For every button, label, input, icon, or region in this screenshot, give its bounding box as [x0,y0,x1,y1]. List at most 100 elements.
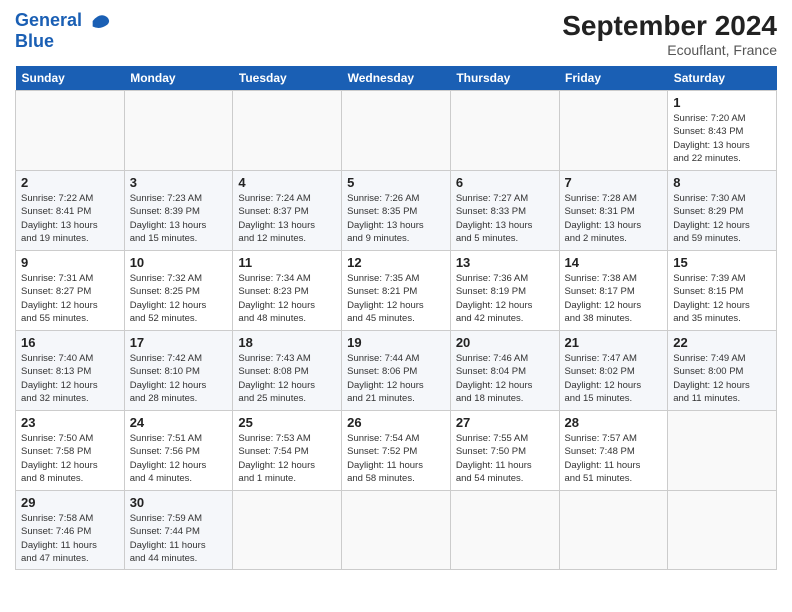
day-detail: Sunrise: 7:46 AMSunset: 8:04 PMDaylight:… [456,353,533,404]
day-detail: Sunrise: 7:22 AMSunset: 8:41 PMDaylight:… [21,193,98,244]
day-detail: Sunrise: 7:49 AMSunset: 8:00 PMDaylight:… [673,353,750,404]
logo: General Blue [15,10,111,52]
day-detail: Sunrise: 7:35 AMSunset: 8:21 PMDaylight:… [347,273,424,324]
empty-cell [233,491,342,570]
day-cell-13: 13 Sunrise: 7:36 AMSunset: 8:19 PMDayligh… [450,251,559,331]
day-detail: Sunrise: 7:42 AMSunset: 8:10 PMDaylight:… [130,353,207,404]
logo-icon [89,10,111,32]
day-cell-17: 17 Sunrise: 7:42 AMSunset: 8:10 PMDayligh… [124,331,233,411]
day-number: 6 [456,175,554,190]
day-cell-25: 25Sunrise: 7:53 AMSunset: 7:54 PMDayligh… [233,411,342,491]
day-cell-16: 16Sunrise: 7:40 AMSunset: 8:13 PMDayligh… [16,331,125,411]
day-detail: Sunrise: 7:36 AMSunset: 8:19 PMDaylight:… [456,273,533,324]
day-cell-5: 5 Sunrise: 7:26 AMSunset: 8:35 PMDaylight… [342,171,451,251]
day-number: 8 [673,175,771,190]
day-cell-7: 7Sunrise: 7:28 AMSunset: 8:31 PMDaylight… [559,171,668,251]
day-header-tuesday: Tuesday [233,66,342,91]
day-detail: Sunrise: 7:27 AMSunset: 8:33 PMDaylight:… [456,193,533,244]
day-header-wednesday: Wednesday [342,66,451,91]
day-cell-18: 18 Sunrise: 7:43 AMSunset: 8:08 PMDayligh… [233,331,342,411]
day-header-thursday: Thursday [450,66,559,91]
day-cell-28: 28 Sunrise: 7:57 AMSunset: 7:48 PMDayligh… [559,411,668,491]
day-cell-2: 2 Sunrise: 7:22 AMSunset: 8:41 PMDaylight… [16,171,125,251]
day-number: 5 [347,175,445,190]
empty-cell [559,91,668,171]
day-cell-9: 9 Sunrise: 7:31 AMSunset: 8:27 PMDaylight… [16,251,125,331]
calendar-row-6: 29Sunrise: 7:58 AMSunset: 7:46 PMDayligh… [16,491,777,570]
day-detail: Sunrise: 7:34 AMSunset: 8:23 PMDaylight:… [238,273,315,324]
day-cell-12: 12 Sunrise: 7:35 AMSunset: 8:21 PMDayligh… [342,251,451,331]
title-block: September 2024 Ecouflant, France [562,10,777,58]
day-cell-19: 19 Sunrise: 7:44 AMSunset: 8:06 PMDayligh… [342,331,451,411]
location: Ecouflant, France [562,42,777,58]
day-number: 11 [238,255,336,270]
day-number: 13 [456,255,554,270]
day-detail: Sunrise: 7:44 AMSunset: 8:06 PMDaylight:… [347,353,424,404]
day-number: 23 [21,415,119,430]
day-detail: Sunrise: 7:54 AMSunset: 7:52 PMDaylight:… [347,433,423,484]
day-number: 12 [347,255,445,270]
day-number: 19 [347,335,445,350]
empty-cell [16,91,125,171]
day-number: 2 [21,175,119,190]
day-cell-20: 20 Sunrise: 7:46 AMSunset: 8:04 PMDayligh… [450,331,559,411]
day-detail: Sunrise: 7:59 AMSunset: 7:44 PMDaylight:… [130,513,206,564]
day-number: 29 [21,495,119,510]
empty-cell [124,91,233,171]
day-cell-6: 6 Sunrise: 7:27 AMSunset: 8:33 PMDaylight… [450,171,559,251]
day-header-saturday: Saturday [668,66,777,91]
day-cell-15: 15Sunrise: 7:39 AMSunset: 8:15 PMDayligh… [668,251,777,331]
day-number: 25 [238,415,336,430]
day-cell-4: 4 Sunrise: 7:24 AMSunset: 8:37 PMDaylight… [233,171,342,251]
calendar-row-5: 23 Sunrise: 7:50 AMSunset: 7:58 PMDayligh… [16,411,777,491]
page-container: General Blue September 2024 Ecouflant, F… [0,0,792,580]
empty-cell [342,91,451,171]
day-number: 18 [238,335,336,350]
month-title: September 2024 [562,10,777,42]
calendar-header: SundayMondayTuesdayWednesdayThursdayFrid… [16,66,777,91]
day-detail: Sunrise: 7:50 AMSunset: 7:58 PMDaylight:… [21,433,98,484]
day-number: 9 [21,255,119,270]
day-number: 22 [673,335,771,350]
day-number: 10 [130,255,228,270]
calendar-row-1: 1Sunrise: 7:20 AMSunset: 8:43 PMDaylight… [16,91,777,171]
day-cell-23: 23 Sunrise: 7:50 AMSunset: 7:58 PMDayligh… [16,411,125,491]
logo-blue: Blue [15,32,111,52]
calendar-body: 1Sunrise: 7:20 AMSunset: 8:43 PMDaylight… [16,91,777,570]
day-number: 14 [565,255,663,270]
empty-cell [233,91,342,171]
day-detail: Sunrise: 7:31 AMSunset: 8:27 PMDaylight:… [21,273,98,324]
empty-cell [668,411,777,491]
calendar-row-3: 9 Sunrise: 7:31 AMSunset: 8:27 PMDaylight… [16,251,777,331]
day-cell-26: 26 Sunrise: 7:54 AMSunset: 7:52 PMDayligh… [342,411,451,491]
day-detail: Sunrise: 7:38 AMSunset: 8:17 PMDaylight:… [565,273,642,324]
day-cell-30: 30 Sunrise: 7:59 AMSunset: 7:44 PMDayligh… [124,491,233,570]
day-detail: Sunrise: 7:40 AMSunset: 8:13 PMDaylight:… [21,353,98,404]
day-cell-29: 29Sunrise: 7:58 AMSunset: 7:46 PMDayligh… [16,491,125,570]
day-detail: Sunrise: 7:51 AMSunset: 7:56 PMDaylight:… [130,433,207,484]
day-cell-11: 11 Sunrise: 7:34 AMSunset: 8:23 PMDayligh… [233,251,342,331]
day-number: 30 [130,495,228,510]
day-number: 28 [565,415,663,430]
day-detail: Sunrise: 7:26 AMSunset: 8:35 PMDaylight:… [347,193,424,244]
day-cell-14: 14 Sunrise: 7:38 AMSunset: 8:17 PMDayligh… [559,251,668,331]
day-detail: Sunrise: 7:47 AMSunset: 8:02 PMDaylight:… [565,353,642,404]
day-number: 4 [238,175,336,190]
day-detail: Sunrise: 7:24 AMSunset: 8:37 PMDaylight:… [238,193,315,244]
day-number: 21 [565,335,663,350]
day-detail: Sunrise: 7:43 AMSunset: 8:08 PMDaylight:… [238,353,315,404]
day-number: 3 [130,175,228,190]
day-number: 26 [347,415,445,430]
day-cell-8: 8 Sunrise: 7:30 AMSunset: 8:29 PMDaylight… [668,171,777,251]
day-detail: Sunrise: 7:28 AMSunset: 8:31 PMDaylight:… [565,193,642,244]
calendar-row-2: 2 Sunrise: 7:22 AMSunset: 8:41 PMDaylight… [16,171,777,251]
day-detail: Sunrise: 7:55 AMSunset: 7:50 PMDaylight:… [456,433,532,484]
day-detail: Sunrise: 7:30 AMSunset: 8:29 PMDaylight:… [673,193,750,244]
day-number: 20 [456,335,554,350]
day-detail: Sunrise: 7:23 AMSunset: 8:39 PMDaylight:… [130,193,207,244]
day-number: 1 [673,95,771,110]
day-detail: Sunrise: 7:57 AMSunset: 7:48 PMDaylight:… [565,433,641,484]
day-number: 27 [456,415,554,430]
day-number: 15 [673,255,771,270]
day-number: 17 [130,335,228,350]
